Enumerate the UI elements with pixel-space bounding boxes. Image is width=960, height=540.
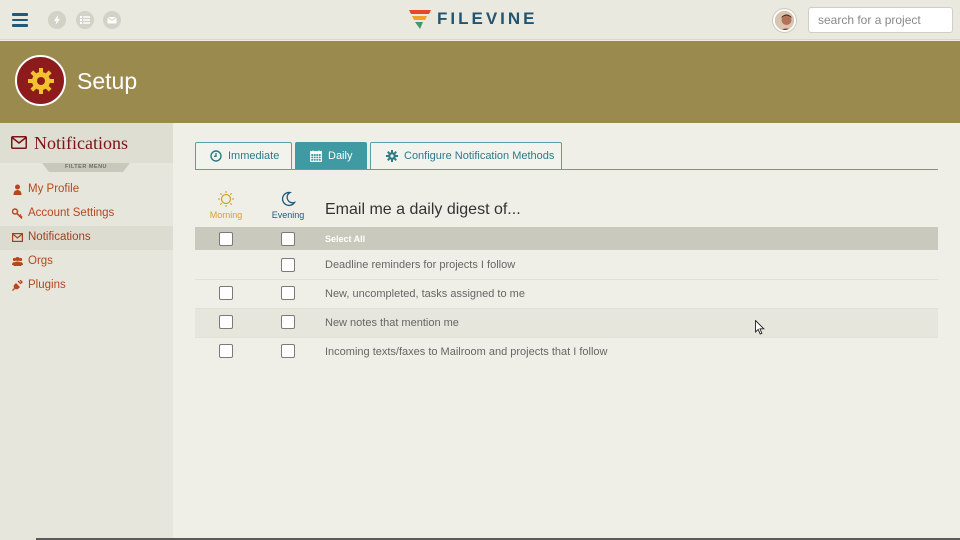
tab-label: Daily (328, 150, 353, 162)
morning-column-header: Morning (196, 191, 256, 220)
calendar-icon (310, 150, 322, 162)
bolt-icon[interactable] (48, 11, 66, 29)
envelope-icon (12, 233, 23, 243)
row-label: New, uncompleted, tasks assigned to me (325, 288, 525, 300)
filevine-logo[interactable]: FILEVINE (409, 8, 538, 30)
mail-icon[interactable] (103, 11, 121, 29)
sidebar-item-label: Account Settings (28, 207, 115, 219)
sun-icon (218, 191, 234, 207)
setup-banner: Setup (0, 41, 960, 123)
plug-icon (12, 280, 23, 291)
mouse-cursor-icon (755, 320, 765, 335)
tab-divider (195, 169, 938, 170)
tasks-evening-checkbox[interactable] (281, 286, 295, 300)
row-label: Incoming texts/faxes to Mailroom and pro… (325, 346, 608, 358)
sidebar-item-my-profile[interactable]: My Profile (0, 178, 173, 202)
sidebar-item-label: Notifications (28, 231, 91, 243)
logo-text: FILEVINE (437, 9, 538, 28)
sidebar-item-notifications[interactable]: Notifications (0, 226, 173, 250)
gear-icon (15, 55, 66, 106)
notification-row: Deadline reminders for projects I follow (195, 251, 938, 280)
evening-column-header: Evening (258, 191, 318, 220)
sidebar-item-label: Plugins (28, 279, 66, 291)
evening-label: Evening (271, 210, 305, 220)
texts-evening-checkbox[interactable] (281, 344, 295, 358)
filevine-mark-icon (409, 10, 431, 29)
envelope-icon (11, 136, 27, 149)
user-avatar[interactable] (773, 9, 796, 32)
gear-icon (386, 150, 398, 162)
top-bar: FILEVINE (0, 0, 960, 40)
sidebar-title: Notifications (34, 133, 128, 153)
row-label: New notes that mention me (325, 317, 459, 329)
notes-evening-checkbox[interactable] (281, 315, 295, 329)
row-label: Deadline reminders for projects I follow (325, 259, 516, 271)
select-all-morning-checkbox[interactable] (219, 232, 233, 246)
morning-label: Morning (209, 210, 243, 220)
filter-menu-tab[interactable]: FILTER MENU (42, 163, 130, 172)
notification-row: Incoming texts/faxes to Mailroom and pro… (195, 338, 938, 367)
page-title: Setup (77, 68, 138, 94)
texts-morning-checkbox[interactable] (219, 344, 233, 358)
sidebar-item-label: My Profile (28, 183, 80, 195)
digest-heading: Email me a daily digest of... (325, 201, 521, 218)
menu-icon[interactable] (12, 13, 28, 27)
project-search-input[interactable] (808, 7, 953, 33)
moon-icon (281, 191, 296, 207)
tab-configure-notification-methods[interactable]: Configure Notification Methods (370, 142, 562, 170)
group-icon (12, 257, 23, 266)
sidebar: Notifications FILTER MENU My Profile Acc… (0, 123, 173, 540)
sidebar-item-orgs[interactable]: Orgs (0, 250, 173, 274)
sidebar-item-label: Orgs (28, 255, 53, 267)
notification-row: New notes that mention me (195, 309, 938, 338)
notes-morning-checkbox[interactable] (219, 315, 233, 329)
deadline-evening-checkbox[interactable] (281, 258, 295, 272)
sidebar-item-plugins[interactable]: Plugins (0, 274, 173, 298)
tasks-morning-checkbox[interactable] (219, 286, 233, 300)
select-all-label: Select All (325, 234, 366, 244)
sidebar-header: Notifications (0, 123, 173, 163)
select-all-evening-checkbox[interactable] (281, 232, 295, 246)
tab-label: Immediate (228, 150, 280, 162)
select-all-row: Select All (195, 227, 938, 250)
tab-label: Configure Notification Methods (404, 150, 555, 162)
person-icon (13, 184, 22, 195)
list-icon[interactable] (76, 11, 94, 29)
key-icon (12, 208, 23, 219)
notification-row: New, uncompleted, tasks assigned to me (195, 280, 938, 309)
tab-daily[interactable]: Daily (295, 142, 367, 170)
tab-immediate[interactable]: Immediate (195, 142, 292, 170)
sidebar-item-account-settings[interactable]: Account Settings (0, 202, 173, 226)
clock-icon (210, 150, 222, 162)
